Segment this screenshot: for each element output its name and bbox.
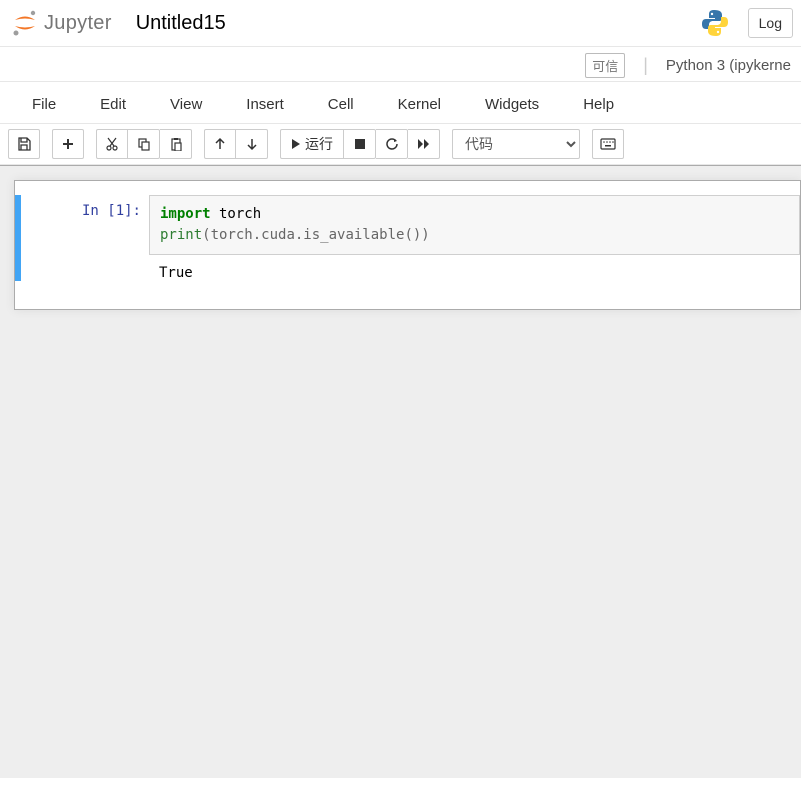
- move-down-button[interactable]: [236, 129, 268, 159]
- jupyter-logo-text: Jupyter: [44, 12, 112, 35]
- paste-button[interactable]: [160, 129, 192, 159]
- add-cell-button[interactable]: [52, 129, 84, 159]
- cut-icon: [105, 137, 119, 151]
- cell-type-select[interactable]: 代码: [452, 129, 580, 159]
- arrow-up-icon: [213, 137, 227, 151]
- copy-icon: [137, 137, 151, 151]
- login-button[interactable]: Log: [748, 8, 793, 38]
- header-right: Log: [700, 8, 793, 38]
- run-button[interactable]: 运行: [280, 129, 344, 159]
- copy-button[interactable]: [128, 129, 160, 159]
- restart-button[interactable]: [376, 129, 408, 159]
- menu-file[interactable]: File: [10, 88, 78, 121]
- workspace: In [1]: import torchprint(torch.cuda.is_…: [0, 165, 801, 778]
- code-input[interactable]: import torchprint(torch.cuda.is_availabl…: [149, 195, 800, 255]
- jupyter-logo[interactable]: Jupyter: [8, 9, 112, 37]
- jupyter-icon: [12, 9, 38, 37]
- menu-bar: File Edit View Insert Cell Kernel Widget…: [0, 82, 801, 123]
- interrupt-button[interactable]: [344, 129, 376, 159]
- input-prompt: In [1]:: [21, 195, 149, 281]
- play-icon: [291, 138, 301, 150]
- save-icon: [17, 137, 31, 151]
- run-label: 运行: [305, 134, 333, 154]
- notebook-header: Jupyter Untitled15 Log: [0, 0, 801, 47]
- menu-help[interactable]: Help: [561, 88, 636, 121]
- command-palette-button[interactable]: [592, 129, 624, 159]
- trust-indicator[interactable]: 可信: [585, 53, 625, 78]
- save-button[interactable]: [8, 129, 40, 159]
- status-bar: 可信 | Python 3 (ipykerne: [0, 47, 801, 82]
- fast-forward-icon: [417, 138, 431, 150]
- restart-run-all-button[interactable]: [408, 129, 440, 159]
- code-cell[interactable]: In [1]: import torchprint(torch.cuda.is_…: [15, 195, 800, 281]
- kernel-name[interactable]: Python 3 (ipykerne: [666, 57, 791, 74]
- separator: |: [643, 55, 648, 76]
- cell-output: True: [149, 255, 800, 281]
- cut-button[interactable]: [96, 129, 128, 159]
- menu-insert[interactable]: Insert: [224, 88, 306, 121]
- paste-icon: [169, 137, 183, 151]
- menu-cell[interactable]: Cell: [306, 88, 376, 121]
- menu-widgets[interactable]: Widgets: [463, 88, 561, 121]
- keyboard-icon: [600, 138, 616, 150]
- notebook-title[interactable]: Untitled15: [136, 12, 226, 35]
- menu-view[interactable]: View: [148, 88, 224, 121]
- restart-icon: [385, 137, 399, 151]
- toolbar: 运行 代码: [0, 123, 801, 165]
- notebook-container[interactable]: In [1]: import torchprint(torch.cuda.is_…: [14, 180, 801, 310]
- arrow-down-icon: [245, 137, 259, 151]
- python-icon: [700, 8, 730, 38]
- menu-edit[interactable]: Edit: [78, 88, 148, 121]
- stop-icon: [354, 138, 366, 150]
- cell-body: import torchprint(torch.cuda.is_availabl…: [149, 195, 800, 281]
- menu-kernel[interactable]: Kernel: [376, 88, 463, 121]
- move-up-button[interactable]: [204, 129, 236, 159]
- plus-icon: [61, 137, 75, 151]
